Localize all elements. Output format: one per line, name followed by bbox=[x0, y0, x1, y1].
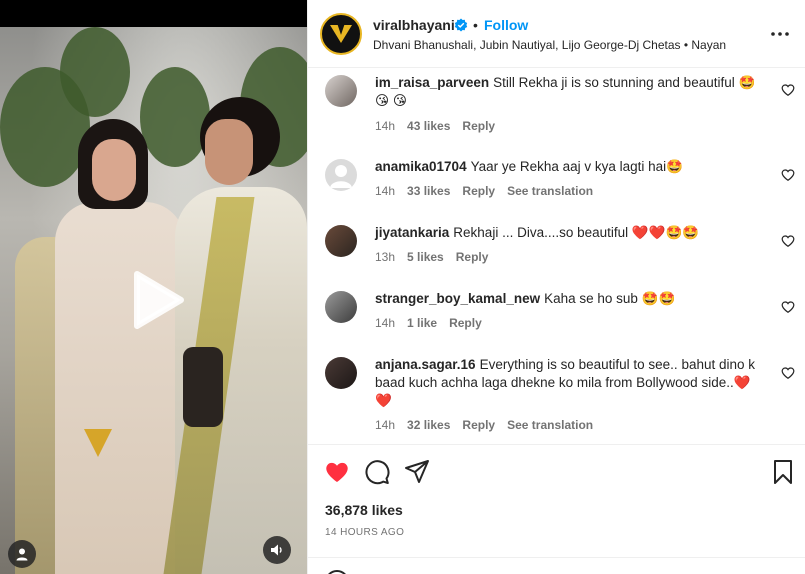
emoji-icon[interactable] bbox=[325, 570, 349, 574]
post-side-panel: viralbhayani • Follow Dhvani Bhanushali,… bbox=[307, 0, 805, 574]
comment-time: 14h bbox=[375, 316, 396, 330]
reply-button[interactable]: Reply bbox=[449, 316, 482, 330]
reply-button[interactable]: Reply bbox=[462, 119, 495, 133]
comment-likes[interactable]: 1 like bbox=[407, 316, 437, 330]
follow-button[interactable]: Follow bbox=[484, 17, 528, 33]
heart-icon[interactable] bbox=[781, 234, 795, 248]
post-media[interactable] bbox=[0, 0, 307, 574]
comment-username[interactable]: anjana.sagar.16 bbox=[375, 357, 476, 372]
share-icon[interactable] bbox=[404, 459, 430, 485]
comment-time: 14h bbox=[375, 184, 396, 198]
separator-dot: • bbox=[473, 17, 478, 33]
post-timestamp: 14 HOURS AGO bbox=[325, 527, 405, 538]
audio-attribution[interactable]: Dhvani Bhanushali, Jubin Nautiyal, Lijo … bbox=[373, 38, 726, 52]
comment-username[interactable]: anamika01704 bbox=[375, 159, 467, 174]
more-options-icon[interactable] bbox=[770, 24, 790, 44]
speaker-icon[interactable] bbox=[263, 536, 291, 564]
default-avatar-icon bbox=[330, 165, 352, 188]
like-heart-icon[interactable] bbox=[324, 459, 350, 485]
post-header: viralbhayani • Follow Dhvani Bhanushali,… bbox=[308, 0, 805, 68]
bookmark-icon[interactable] bbox=[770, 459, 796, 485]
comments-list[interactable]: im_raisa_parveen Still Rekha ji is so stu… bbox=[308, 68, 805, 444]
comment-username[interactable]: jiyatankaria bbox=[375, 225, 449, 240]
comment-time: 13h bbox=[375, 250, 396, 264]
see-translation-button[interactable]: See translation bbox=[507, 184, 593, 198]
post-actions: 36,878 likes 14 HOURS AGO bbox=[308, 444, 805, 574]
avatar[interactable] bbox=[325, 159, 357, 191]
heart-icon[interactable] bbox=[781, 83, 795, 97]
avatar[interactable] bbox=[320, 13, 362, 55]
reply-button[interactable]: Reply bbox=[456, 250, 489, 264]
comment-time: 14h bbox=[375, 119, 396, 133]
comment-icon[interactable] bbox=[364, 459, 390, 485]
heart-icon[interactable] bbox=[781, 366, 795, 380]
avatar[interactable] bbox=[325, 225, 357, 257]
comment-text: Rekhaji ... Diva....so beautiful ❤️❤️🤩🤩 bbox=[453, 225, 700, 240]
verified-badge-icon bbox=[454, 18, 468, 32]
add-comment-row bbox=[308, 557, 805, 574]
user-tag-icon[interactable] bbox=[8, 540, 36, 568]
comment-likes[interactable]: 33 likes bbox=[407, 184, 450, 198]
comment-likes[interactable]: 43 likes bbox=[407, 119, 450, 133]
comment-username[interactable]: stranger_boy_kamal_new bbox=[375, 291, 540, 306]
avatar[interactable] bbox=[325, 357, 357, 389]
media-top-bar bbox=[0, 0, 307, 27]
username-link[interactable]: viralbhayani bbox=[373, 17, 455, 33]
avatar[interactable] bbox=[325, 75, 357, 107]
brand-logo-icon bbox=[330, 25, 352, 43]
person-left bbox=[55, 202, 185, 574]
reply-button[interactable]: Reply bbox=[462, 184, 495, 198]
comment-time: 14h bbox=[375, 418, 396, 432]
comment-likes[interactable]: 32 likes bbox=[407, 418, 450, 432]
play-icon[interactable] bbox=[123, 268, 187, 332]
comment-likes[interactable]: 5 likes bbox=[407, 250, 444, 264]
see-translation-button[interactable]: See translation bbox=[507, 418, 593, 432]
avatar[interactable] bbox=[325, 291, 357, 323]
likes-count[interactable]: 36,878 likes bbox=[325, 502, 403, 518]
comment-text: Yaar ye Rekha aaj v kya lagti hai🤩 bbox=[470, 159, 683, 174]
comment-text: Kaha se ho sub 🤩🤩 bbox=[544, 291, 676, 306]
reply-button[interactable]: Reply bbox=[462, 418, 495, 432]
comment-username[interactable]: im_raisa_parveen bbox=[375, 75, 489, 90]
heart-icon[interactable] bbox=[781, 168, 795, 182]
heart-icon[interactable] bbox=[781, 300, 795, 314]
